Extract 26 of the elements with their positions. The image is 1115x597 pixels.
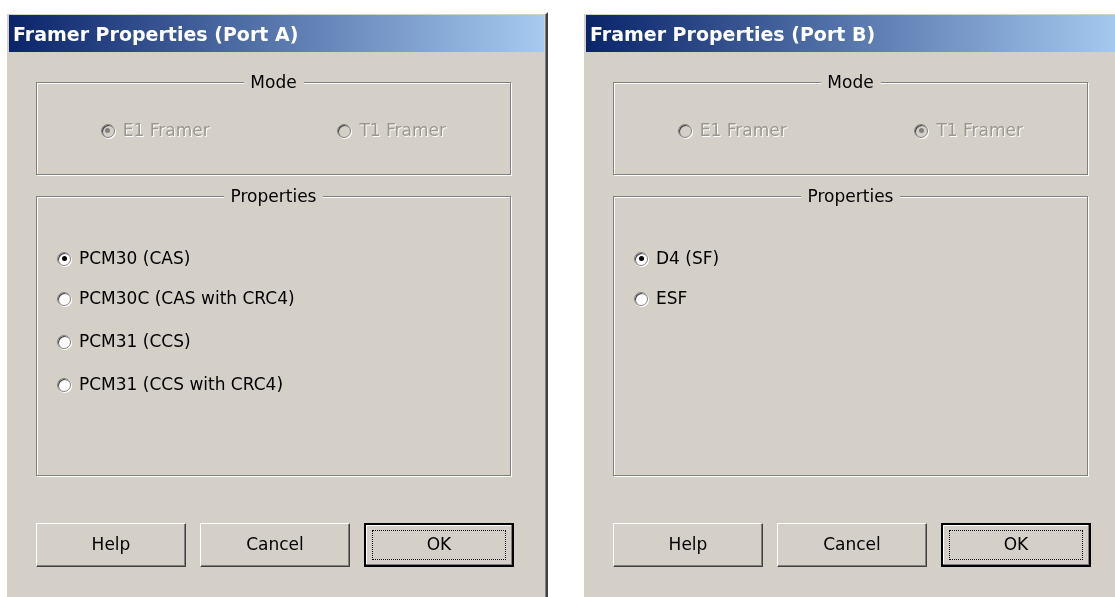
radio-button[interactable] [634,251,648,266]
option-label[interactable]: PCM30C (CAS with CRC4) [79,287,295,310]
option-label[interactable]: D4 (SF) [656,247,720,270]
window-title: Framer Properties (Port B) [586,15,1115,52]
option-label[interactable]: PCM30 (CAS) [79,247,191,270]
option-label[interactable]: PCM31 (CCS) [79,330,191,353]
group-label: Properties [223,185,324,207]
dialog-button[interactable]: Help [36,523,186,567]
radio-button[interactable] [57,334,71,349]
option-label: E1 Framer [699,119,787,142]
radio-button[interactable] [57,251,71,266]
dialog-button[interactable]: Cancel [777,523,927,567]
option-label[interactable]: PCM31 (CCS with CRC4) [79,373,284,396]
dialog-button[interactable]: OK [941,523,1091,567]
dialog-button[interactable]: OK [364,523,514,567]
group-label: Properties [800,185,901,207]
dialog-button[interactable]: Cancel [200,523,350,567]
option-label: T1 Framer [359,119,447,142]
option-label: E1 Framer [122,119,210,142]
option-label: T1 Framer [936,119,1024,142]
window-title: Framer Properties (Port A) [9,15,544,52]
dialog-button[interactable]: Help [613,523,763,567]
radio-button[interactable] [634,291,648,306]
option-label[interactable]: ESF [656,287,688,310]
radio-button[interactable] [57,377,71,392]
radio-button[interactable] [57,291,71,306]
